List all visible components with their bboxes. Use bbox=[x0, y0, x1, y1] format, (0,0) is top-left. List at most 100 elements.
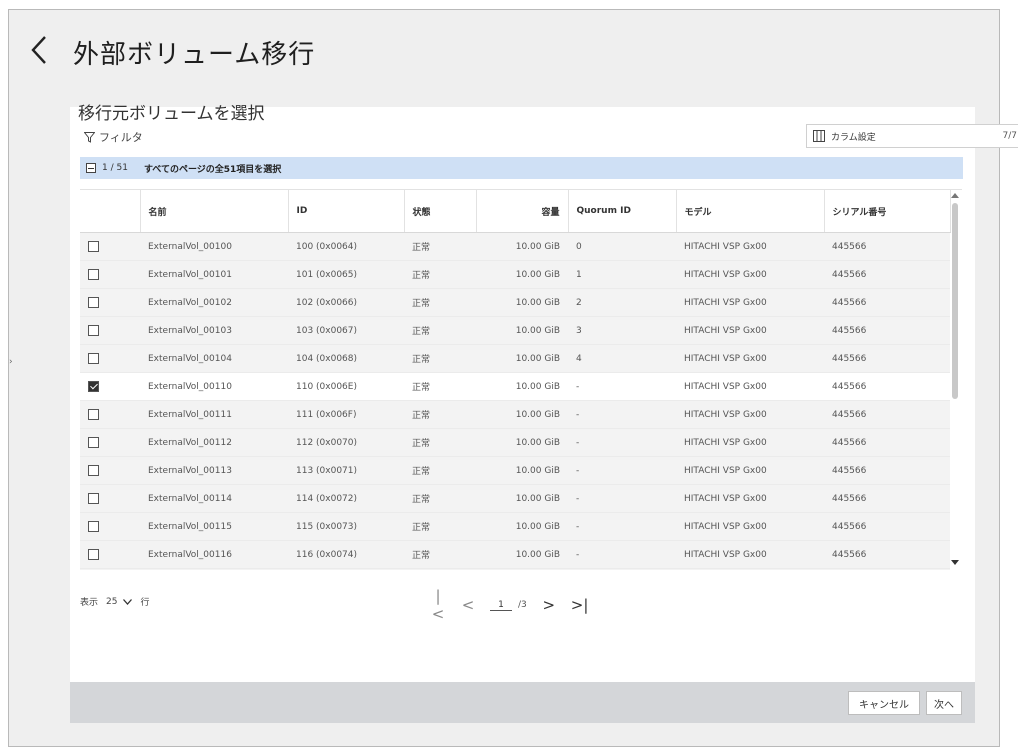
cell-quorum-id: - bbox=[568, 540, 676, 569]
cell-name: ExternalVol_00110 bbox=[140, 372, 288, 401]
cell-capacity: 10.00 GiB bbox=[476, 288, 568, 317]
row-checkbox[interactable] bbox=[88, 409, 99, 420]
cell-name: ExternalVol_00116 bbox=[140, 540, 288, 569]
next-button[interactable]: 次へ bbox=[926, 691, 962, 715]
table-scrollbar[interactable] bbox=[950, 191, 960, 569]
pagination: |< < 1 /3 > >| bbox=[430, 587, 589, 623]
side-panel-toggle-icon[interactable]: › bbox=[9, 355, 15, 369]
cell-id: 104 (0x0068) bbox=[288, 344, 404, 373]
cell-model: HITACHI VSP Gx00 bbox=[676, 512, 824, 541]
row-checkbox[interactable] bbox=[88, 521, 99, 532]
cell-model: HITACHI VSP Gx00 bbox=[676, 344, 824, 373]
table-row[interactable]: ExternalVol_00102 102 (0x0066) 正常 10.00 GiB… bbox=[80, 288, 950, 317]
cell-id: 110 (0x006E) bbox=[288, 372, 404, 401]
cell-capacity: 10.00 GiB bbox=[476, 344, 568, 373]
select-all-pages-link[interactable]: すべてのページの全51項目を選択 bbox=[144, 162, 281, 175]
row-checkbox-cell bbox=[80, 456, 140, 485]
next-page-icon[interactable]: > bbox=[541, 596, 557, 614]
row-checkbox[interactable] bbox=[88, 437, 99, 448]
cell-id: 111 (0x006F) bbox=[288, 400, 404, 429]
row-checkbox[interactable] bbox=[88, 241, 99, 252]
rows-per-page-select[interactable]: 25 bbox=[106, 596, 133, 607]
scroll-down-icon[interactable] bbox=[951, 560, 959, 565]
cell-model: HITACHI VSP Gx00 bbox=[676, 288, 824, 317]
last-page-icon[interactable]: >| bbox=[571, 596, 589, 614]
table-row[interactable]: ExternalVol_00101 101 (0x0065) 正常 10.00 GiB… bbox=[80, 260, 950, 289]
row-checkbox-cell bbox=[80, 260, 140, 289]
cell-name: ExternalVol_00114 bbox=[140, 484, 288, 513]
main-panel: 移行元ボリュームを選択 フィルタ カラム設定 7/7 1 / 51 すべてのペー… bbox=[70, 104, 1018, 723]
cell-id: 102 (0x0066) bbox=[288, 288, 404, 317]
row-checkbox[interactable] bbox=[88, 381, 99, 392]
table-row[interactable]: ExternalVol_00117117 (0x0075)正常10.00 GiB… bbox=[80, 568, 950, 570]
back-arrow-icon[interactable] bbox=[21, 30, 57, 70]
row-checkbox[interactable] bbox=[88, 549, 99, 560]
row-checkbox-cell bbox=[80, 540, 140, 569]
cell-capacity: 10.00 GiB bbox=[476, 400, 568, 429]
row-checkbox[interactable] bbox=[88, 297, 99, 308]
cell-capacity: 10.00 GiB bbox=[476, 316, 568, 345]
row-checkbox-cell bbox=[80, 316, 140, 345]
cell-quorum-id: - bbox=[568, 484, 676, 513]
filter-button[interactable]: フィルタ bbox=[84, 129, 143, 145]
table-row[interactable]: ExternalVol_00113 113 (0x0071) 正常 10.00 GiB… bbox=[80, 456, 950, 485]
table-row[interactable]: ExternalVol_00104 104 (0x0068) 正常 10.00 GiB… bbox=[80, 344, 950, 373]
table-row[interactable]: ExternalVol_00103 103 (0x0067) 正常 10.00 GiB… bbox=[80, 316, 950, 345]
row-checkbox-cell bbox=[80, 344, 140, 373]
cell-quorum-id: 2 bbox=[568, 288, 676, 317]
row-checkbox[interactable] bbox=[88, 353, 99, 364]
table-row[interactable]: ExternalVol_00116 116 (0x0074) 正常 10.00 GiB… bbox=[80, 540, 950, 569]
cell-status: 正常 bbox=[404, 568, 476, 570]
rows-per-page-value: 25 bbox=[106, 596, 118, 607]
row-checkbox[interactable] bbox=[88, 269, 99, 280]
cell-quorum-id: 3 bbox=[568, 316, 676, 345]
scroll-up-icon[interactable] bbox=[951, 193, 959, 198]
deselect-all-checkbox[interactable] bbox=[86, 163, 96, 173]
header-capacity[interactable]: 容量 bbox=[476, 190, 569, 233]
column-settings-button[interactable]: カラム設定 7/7 bbox=[806, 124, 1018, 148]
page-number-input[interactable]: 1 bbox=[490, 600, 512, 611]
cell-capacity: 10.00 GiB bbox=[476, 372, 568, 401]
cell-model: HITACHI VSP Gx00 bbox=[676, 540, 824, 569]
prev-page-icon[interactable]: < bbox=[460, 596, 476, 614]
cell-status: 正常 bbox=[404, 400, 476, 429]
cancel-button[interactable]: キャンセル bbox=[848, 691, 920, 715]
cell-serial: 445566 bbox=[824, 372, 950, 401]
cell-status: 正常 bbox=[404, 344, 476, 373]
header-id[interactable]: ID bbox=[288, 190, 405, 233]
table-row[interactable]: ExternalVol_00110 110 (0x006E) 正常 10.00 GiB… bbox=[80, 372, 950, 401]
cell-name: ExternalVol_00112 bbox=[140, 428, 288, 457]
cell-quorum-id: - bbox=[568, 428, 676, 457]
cell-model: HITACHI VSP Gx00 bbox=[676, 428, 824, 457]
cell-model: HITACHI VSP Gx00 bbox=[676, 232, 824, 261]
table-header-row: 名前 ID 状態 容量 Quorum ID モデル シリアル番号 bbox=[80, 190, 951, 233]
table-row[interactable]: ExternalVol_00114 114 (0x0072) 正常 10.00 GiB… bbox=[80, 484, 950, 513]
row-checkbox-cell bbox=[80, 428, 140, 457]
cell-name: ExternalVol_00102 bbox=[140, 288, 288, 317]
row-checkbox[interactable] bbox=[88, 325, 99, 336]
header-quorum-id[interactable]: Quorum ID bbox=[568, 190, 677, 233]
chevron-down-icon bbox=[123, 598, 133, 605]
first-page-icon[interactable]: |< bbox=[430, 587, 446, 623]
table-row[interactable]: ExternalVol_00100 100 (0x0064) 正常 10.00 GiB… bbox=[80, 232, 950, 261]
row-checkbox[interactable] bbox=[88, 465, 99, 476]
table-row[interactable]: ExternalVol_00112 112 (0x0070) 正常 10.00 GiB… bbox=[80, 428, 950, 457]
cell-capacity: 10.00 GiB bbox=[476, 484, 568, 513]
scrollbar-thumb[interactable] bbox=[952, 203, 958, 399]
header-status[interactable]: 状態 bbox=[404, 190, 477, 233]
cell-status: 正常 bbox=[404, 260, 476, 289]
table-row[interactable]: ExternalVol_00115 115 (0x0073) 正常 10.00 GiB… bbox=[80, 512, 950, 541]
show-label: 表示 bbox=[80, 598, 99, 608]
cell-capacity: 10.00 GiB bbox=[476, 456, 568, 485]
cell-id: 115 (0x0073) bbox=[288, 512, 404, 541]
cell-quorum-id: 0 bbox=[568, 232, 676, 261]
cell-serial: 445566 bbox=[824, 288, 950, 317]
header-model[interactable]: モデル bbox=[676, 190, 825, 233]
table-row[interactable]: ExternalVol_00111 111 (0x006F) 正常 10.00 GiB… bbox=[80, 400, 950, 429]
cell-model: HITACHI VSP Gx00 bbox=[676, 484, 824, 513]
header-name[interactable]: 名前 bbox=[140, 190, 289, 233]
header-serial[interactable]: シリアル番号 bbox=[824, 190, 951, 233]
row-checkbox[interactable] bbox=[88, 493, 99, 504]
cell-status: 正常 bbox=[404, 484, 476, 513]
cell-name: ExternalVol_00103 bbox=[140, 316, 288, 345]
